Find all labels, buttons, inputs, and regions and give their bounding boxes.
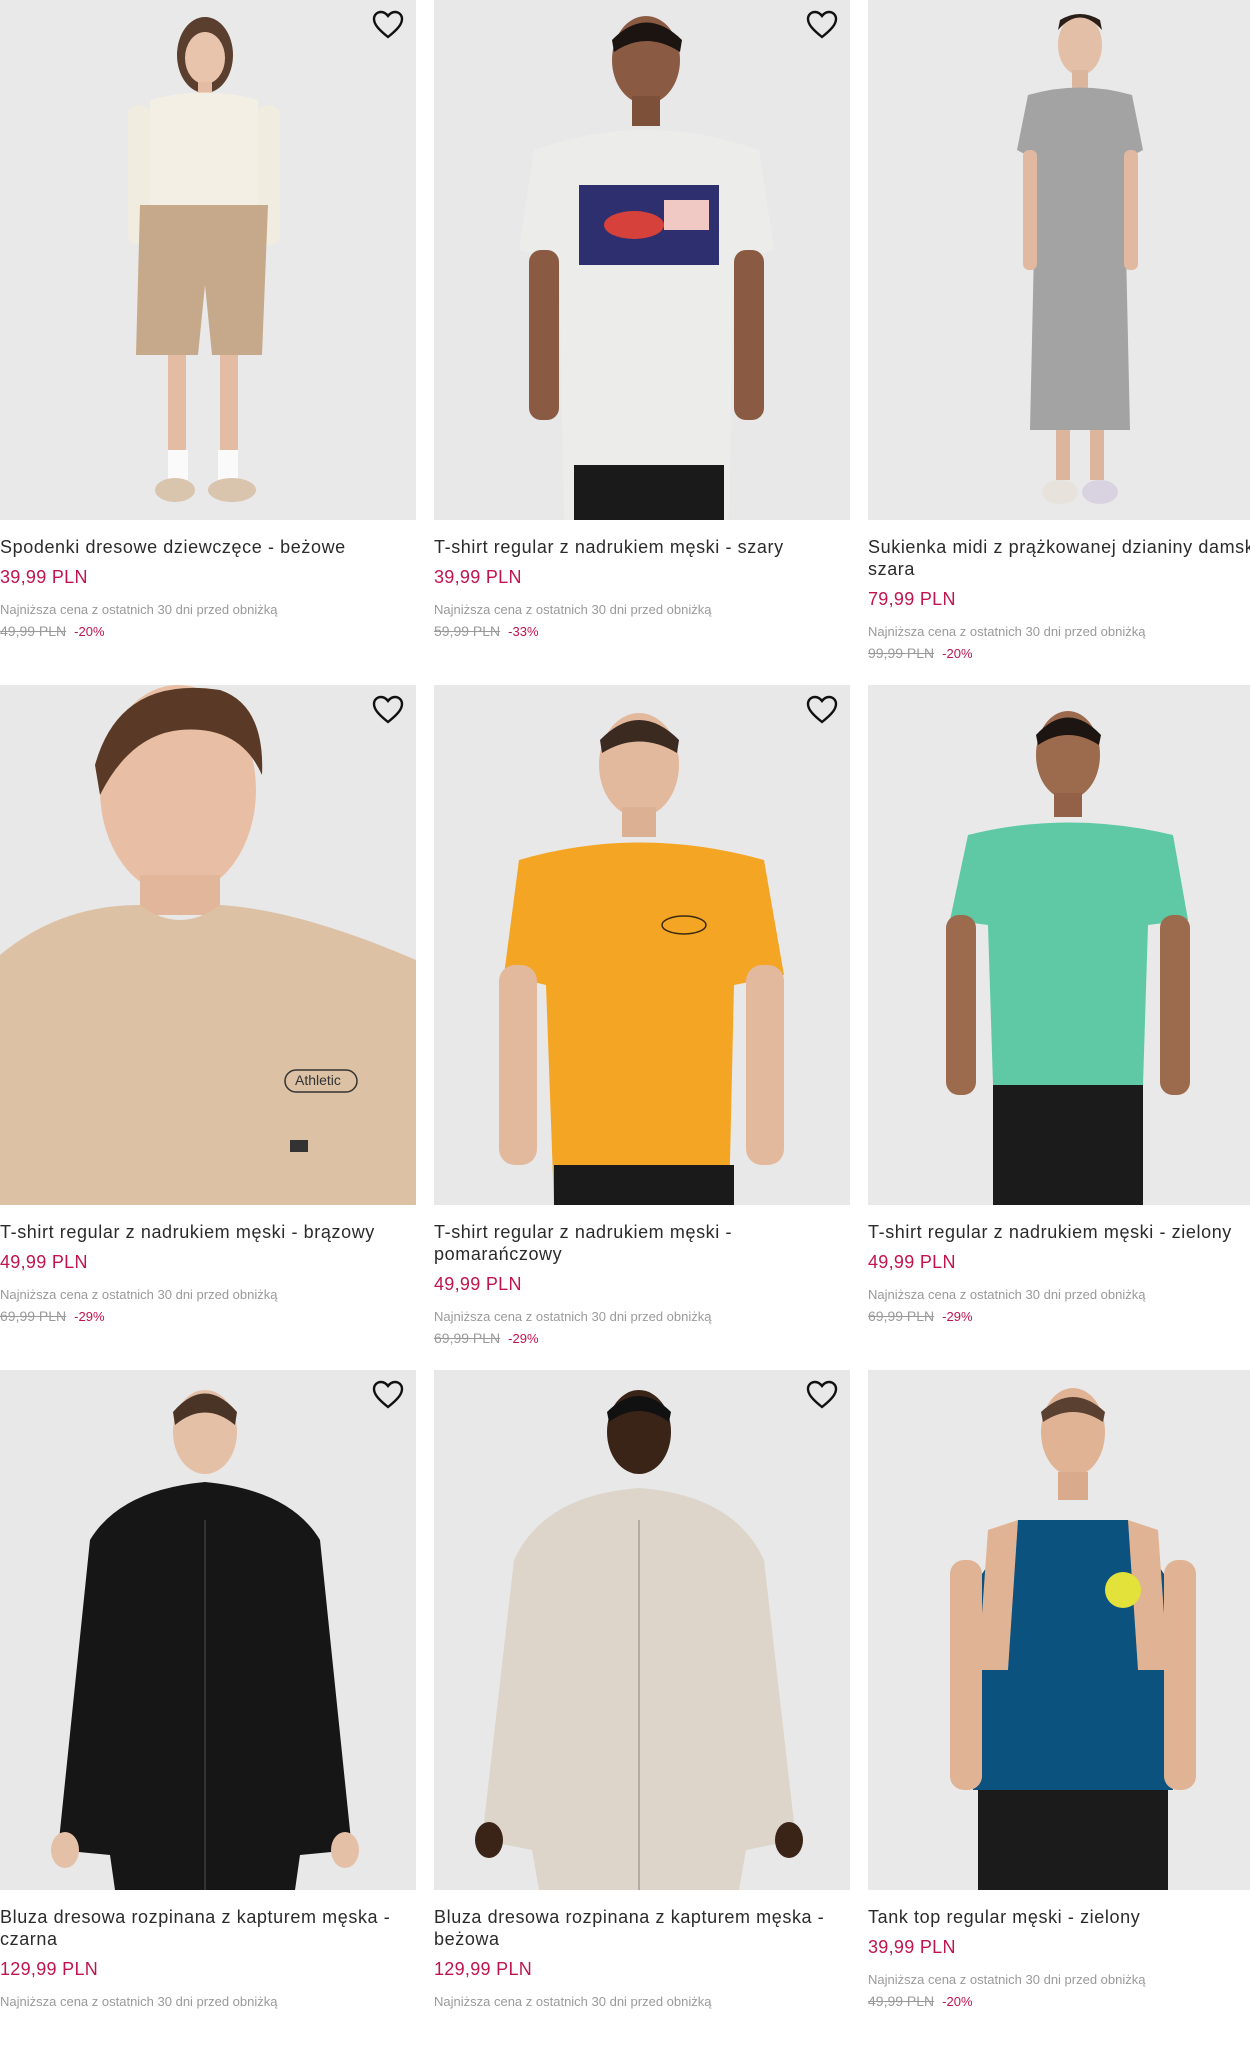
girl-shorts-photo	[0, 0, 416, 520]
product-card[interactable]: Athletic T-shirt regular z nadrukiem męs…	[0, 685, 416, 1370]
product-title[interactable]: Bluza dresowa rozpinana z kapturem męska…	[0, 1906, 416, 1950]
lowest-price-label: Najniższa cena z ostatnich 30 dni przed …	[868, 624, 1146, 639]
product-price: 39,99 PLN	[868, 1937, 956, 1957]
old-price: 59,99 PLN	[434, 623, 501, 639]
product-image[interactable]: Athletic	[0, 685, 416, 1205]
lowest-price-label: Najniższa cena z ostatnich 30 dni przed …	[0, 1287, 278, 1302]
product-card[interactable]: Bluza dresowa rozpinana z kapturem męska…	[0, 1370, 416, 2055]
lowest-price-label: Najniższa cena z ostatnich 30 dni przed …	[868, 1287, 1146, 1302]
green-tshirt-photo	[868, 685, 1250, 1205]
product-title[interactable]: Spodenki dresowe dziewczęce - beżowe	[0, 536, 416, 558]
product-price: 49,99 PLN	[0, 1252, 88, 1272]
old-price: 49,99 PLN	[868, 1993, 935, 2009]
product-image[interactable]	[434, 685, 850, 1205]
old-price: 69,99 PLN	[868, 1308, 935, 1324]
product-title[interactable]: T-shirt regular z nadrukiem męski - poma…	[434, 1221, 850, 1265]
product-title[interactable]: T-shirt regular z nadrukiem męski - szar…	[434, 536, 850, 558]
product-title[interactable]: Tank top regular męski - zielony	[868, 1906, 1250, 1928]
product-price: 49,99 PLN	[434, 1274, 522, 1294]
wishlist-heart-icon[interactable]	[372, 1380, 406, 1414]
old-price-row: 49,99 PLN -20%	[0, 622, 416, 641]
product-price: 49,99 PLN	[868, 1252, 956, 1272]
discount-badge: -29%	[508, 1331, 539, 1346]
old-price: 99,99 PLN	[868, 645, 935, 661]
old-price-row: 49,99 PLN -20%	[868, 1992, 1250, 2011]
product-image[interactable]	[434, 0, 850, 520]
old-price-row: 69,99 PLN -29%	[868, 1307, 1250, 1326]
lowest-price-label: Najniższa cena z ostatnich 30 dni przed …	[434, 1994, 712, 2009]
product-title[interactable]: Sukienka midi z prążkowanej dzianiny dam…	[868, 536, 1250, 580]
black-hoodie-photo	[0, 1370, 416, 1890]
wishlist-heart-icon[interactable]	[372, 695, 406, 729]
old-price-row: 99,99 PLN -20%	[868, 644, 1250, 663]
lowest-price-label: Najniższa cena z ostatnich 30 dni przed …	[0, 602, 278, 617]
discount-badge: -29%	[74, 1309, 105, 1324]
product-card[interactable]: Spodenki dresowe dziewczęce - beżowe 39,…	[0, 0, 416, 685]
product-card[interactable]: Sukienka midi z prążkowanej dzianiny dam…	[868, 0, 1250, 685]
grey-tshirt-photo	[434, 0, 850, 520]
product-card[interactable]: Tank top regular męski - zielony 39,99 P…	[868, 1370, 1250, 2055]
lowest-price-label: Najniższa cena z ostatnich 30 dni przed …	[434, 1309, 712, 1324]
beige-hoodie-photo	[434, 1370, 850, 1890]
old-price-row: 59,99 PLN -33%	[434, 622, 850, 641]
product-image[interactable]	[868, 685, 1250, 1205]
product-price: 39,99 PLN	[434, 567, 522, 587]
product-price: 129,99 PLN	[0, 1959, 99, 1979]
product-card[interactable]: T-shirt regular z nadrukiem męski - ziel…	[868, 685, 1250, 1370]
discount-badge: -20%	[74, 624, 105, 639]
grey-dress-photo	[868, 0, 1250, 520]
wishlist-heart-icon[interactable]	[806, 10, 840, 44]
product-price: 39,99 PLN	[0, 567, 88, 587]
product-card[interactable]: T-shirt regular z nadrukiem męski - poma…	[434, 685, 850, 1370]
wishlist-heart-icon[interactable]	[372, 10, 406, 44]
beige-tshirt-photo: Athletic	[0, 685, 416, 1205]
old-price-row: 69,99 PLN -29%	[434, 1329, 850, 1348]
discount-badge: -33%	[508, 624, 539, 639]
orange-tshirt-photo	[434, 685, 850, 1205]
lowest-price-label: Najniższa cena z ostatnich 30 dni przed …	[868, 1972, 1146, 1987]
product-image[interactable]	[0, 1370, 416, 1890]
old-price: 49,99 PLN	[0, 623, 67, 639]
product-title[interactable]: T-shirt regular z nadrukiem męski - brąz…	[0, 1221, 416, 1243]
wishlist-heart-icon[interactable]	[806, 1380, 840, 1414]
product-grid: Spodenki dresowe dziewczęce - beżowe 39,…	[0, 0, 1250, 2055]
old-price: 69,99 PLN	[434, 1330, 501, 1346]
old-price: 69,99 PLN	[0, 1308, 67, 1324]
product-title[interactable]: Bluza dresowa rozpinana z kapturem męska…	[434, 1906, 850, 1950]
product-title[interactable]: T-shirt regular z nadrukiem męski - ziel…	[868, 1221, 1250, 1243]
product-image[interactable]	[868, 1370, 1250, 1890]
discount-badge: -20%	[942, 646, 973, 661]
wishlist-heart-icon[interactable]	[806, 695, 840, 729]
product-price: 79,99 PLN	[868, 589, 956, 609]
product-price: 129,99 PLN	[434, 1959, 533, 1979]
svg-text:Athletic: Athletic	[295, 1072, 341, 1088]
product-card[interactable]: Bluza dresowa rozpinana z kapturem męska…	[434, 1370, 850, 2055]
old-price-row: 69,99 PLN -29%	[0, 1307, 416, 1326]
blue-tanktop-photo	[868, 1370, 1250, 1890]
product-image[interactable]	[0, 0, 416, 520]
lowest-price-label: Najniższa cena z ostatnich 30 dni przed …	[0, 1994, 278, 2009]
product-image[interactable]	[434, 1370, 850, 1890]
discount-badge: -29%	[942, 1309, 973, 1324]
product-image[interactable]	[868, 0, 1250, 520]
product-card[interactable]: T-shirt regular z nadrukiem męski - szar…	[434, 0, 850, 685]
discount-badge: -20%	[942, 1994, 973, 2009]
lowest-price-label: Najniższa cena z ostatnich 30 dni przed …	[434, 602, 712, 617]
